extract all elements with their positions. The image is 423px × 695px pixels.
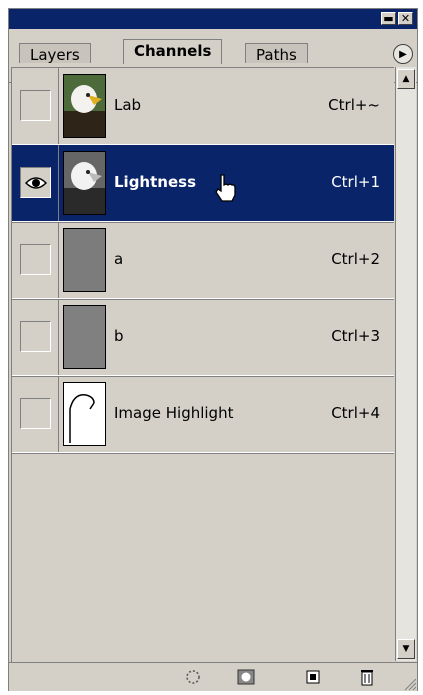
channels-panel: ▬ ✕ Layers Paths Channels ▶ Lab Ctrl+~ L… — [8, 8, 418, 691]
scroll-up-icon[interactable]: ▲ — [397, 69, 415, 89]
channel-row-image-highlight[interactable]: Image Highlight Ctrl+4 — [12, 376, 394, 453]
eye-icon[interactable] — [20, 167, 51, 198]
channel-row-b[interactable]: b Ctrl+3 — [12, 299, 394, 376]
channel-shortcut: Ctrl+~ — [328, 96, 380, 114]
channel-thumbnail — [63, 74, 106, 138]
save-selection-icon[interactable] — [236, 667, 256, 687]
channel-name: Image Highlight — [114, 404, 234, 422]
minimize-icon[interactable]: ▬ — [381, 12, 396, 25]
channel-shortcut: Ctrl+2 — [331, 250, 380, 268]
tab-layers[interactable]: Layers — [19, 43, 91, 64]
channel-shortcut: Ctrl+4 — [331, 404, 380, 422]
visibility-toggle[interactable] — [20, 244, 51, 275]
new-channel-icon[interactable] — [303, 667, 323, 687]
channel-name: Lightness — [114, 173, 196, 191]
panel-menu-icon[interactable]: ▶ — [393, 44, 413, 64]
channel-thumbnail — [63, 305, 106, 369]
hand-cursor-icon — [213, 173, 239, 207]
visibility-toggle[interactable] — [20, 321, 51, 352]
channel-name: b — [114, 327, 124, 345]
vertical-scrollbar[interactable]: ▲ ▼ — [395, 67, 416, 661]
channel-thumbnail — [63, 228, 106, 292]
tab-row: Layers Paths Channels ▶ — [9, 29, 417, 83]
visibility-toggle[interactable] — [20, 398, 51, 429]
channel-row-lightness[interactable]: Lightness Ctrl+1 — [12, 145, 394, 222]
close-icon[interactable]: ✕ — [398, 12, 413, 25]
channel-shortcut: Ctrl+3 — [331, 327, 380, 345]
tab-paths[interactable]: Paths — [245, 43, 308, 64]
channel-list: Lab Ctrl+~ Lightness Ctrl+1 a Ctrl+2 b C… — [11, 67, 394, 662]
load-selection-icon[interactable] — [183, 667, 203, 687]
tab-channels[interactable]: Channels — [123, 39, 223, 64]
panel-titlebar[interactable]: ▬ ✕ — [9, 9, 417, 29]
visibility-toggle[interactable] — [20, 90, 51, 121]
channel-row-a[interactable]: a Ctrl+2 — [12, 222, 394, 299]
channel-thumbnail — [63, 382, 106, 446]
channel-name: a — [114, 250, 124, 268]
channel-shortcut: Ctrl+1 — [331, 173, 380, 191]
resize-grip-icon[interactable] — [401, 675, 417, 691]
channel-row-lab[interactable]: Lab Ctrl+~ — [12, 68, 394, 145]
channel-name: Lab — [114, 96, 142, 114]
trash-icon[interactable] — [357, 667, 377, 687]
channels-toolbar — [9, 662, 417, 691]
channel-thumbnail — [63, 151, 106, 215]
scroll-down-icon[interactable]: ▼ — [397, 639, 415, 659]
